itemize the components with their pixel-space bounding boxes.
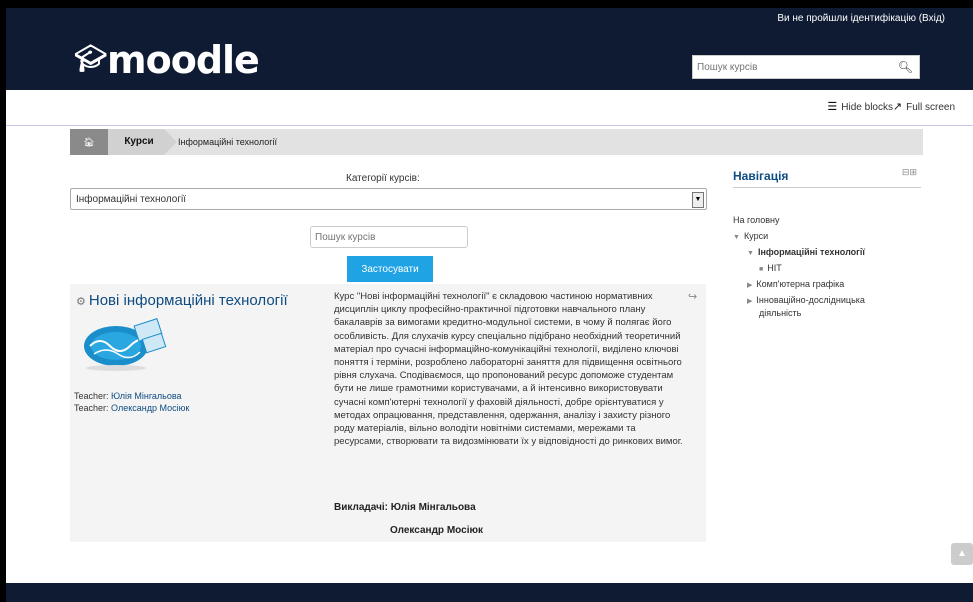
expanded-triangle-icon: ▼	[733, 234, 740, 241]
course-search-box	[310, 226, 468, 248]
collapsed-triangle-icon: ▶	[747, 298, 753, 305]
site-footer	[6, 583, 973, 602]
course-title-link[interactable]: ⚙ Нові інформаційні технології	[76, 292, 288, 309]
logo-text: moodle	[107, 38, 260, 82]
collapsed-triangle-icon: ▶	[747, 282, 753, 289]
chevron-down-icon: ▼	[692, 192, 704, 208]
navigation-divider	[733, 187, 921, 188]
teacher-line-2: Teacher: Олександр Мосіюк	[74, 403, 189, 413]
navigation-block: Навігація ⊟⊞ На головну ▼ Курси ▼ Інформац…	[729, 163, 925, 333]
nav-item-courses[interactable]: ▼ Курси	[733, 231, 768, 241]
page-toolbar: ☰ Hide blocks ↗ Full screen	[6, 90, 973, 126]
categories-label: Категорії курсів:	[346, 173, 420, 184]
search-icon[interactable]: 🔍︎	[898, 60, 913, 74]
hide-blocks-icon: ☰	[827, 101, 838, 113]
nav-item-innovation-label: Інноваційно-дослідницька	[756, 295, 865, 305]
course-listing: ⚙ Нові інформаційні технології Teacher: Ю…	[70, 284, 706, 542]
course-image-brain	[84, 318, 167, 371]
nav-item-category[interactable]: ▼ Інформаційні технології	[747, 247, 865, 257]
breadcrumb: 🏠︎ Курси Інформаційні технології	[70, 129, 923, 155]
header-search-box: 🔍︎	[692, 55, 920, 79]
nav-item-category-label: Інформаційні технології	[757, 247, 865, 257]
nav-item-innovation[interactable]: ▶ Інноваційно-дослідницька	[747, 295, 865, 305]
apply-button[interactable]: Застосувати	[347, 256, 433, 282]
full-screen-label: Full screen	[906, 102, 955, 113]
breadcrumb-home[interactable]: 🏠︎	[70, 129, 121, 155]
expand-icon: ↗	[892, 101, 903, 113]
nav-item-courses-label: Курси	[743, 231, 769, 241]
nav-item-home[interactable]: На головну	[733, 215, 780, 225]
nav-item-innovation-cont[interactable]: діяльність	[759, 308, 801, 318]
course-search-input[interactable]	[311, 227, 459, 248]
teacher-link[interactable]: Юлія Мінгальова	[111, 391, 182, 401]
course-teacher-2: Олександр Мосіюк	[390, 525, 484, 536]
course-title-text: Нові інформаційні технології	[88, 292, 288, 309]
nav-item-nit-label: НІТ	[767, 263, 782, 273]
home-icon: 🏠︎	[83, 137, 95, 147]
browser-page: Ви не пройшли ідентифікацію (Вхід) 🎓︎moo…	[6, 8, 973, 602]
site-header: Ви не пройшли ідентифікацію (Вхід) 🎓︎moo…	[6, 8, 973, 90]
logo-hat-icon: 🎓︎	[74, 44, 107, 74]
nav-item-nit[interactable]: ■ НІТ	[759, 263, 782, 273]
bullet-icon: ■	[759, 266, 764, 273]
full-screen-button[interactable]: ↗ Full screen	[893, 100, 955, 113]
category-select[interactable]: Інформаційні технології ▼	[70, 188, 707, 210]
course-gear-icon: ⚙	[76, 296, 86, 308]
hide-blocks-button[interactable]: ☰ Hide blocks	[827, 100, 893, 113]
hide-blocks-label: Hide blocks	[841, 102, 893, 113]
nav-item-graphics[interactable]: ▶ Комп'ютерна графіка	[747, 279, 844, 289]
category-select-value: Інформаційні технології	[76, 194, 186, 205]
teacher-role: Teacher:	[74, 391, 109, 401]
moodle-logo[interactable]: 🎓︎moodle	[74, 38, 260, 82]
nav-item-graphics-label: Комп'ютерна графіка	[756, 279, 845, 289]
chevron-up-icon: ▲	[957, 548, 967, 559]
teacher-role: Teacher:	[74, 403, 109, 413]
teacher-line-1: Teacher: Юлія Мінгальова	[74, 391, 182, 401]
scroll-to-top-button[interactable]: ▲	[951, 543, 973, 565]
header-search-input[interactable]	[693, 56, 901, 78]
breadcrumb-current: Інформаційні технології	[178, 137, 277, 147]
course-teachers-summary: Викладачі: Юлія Мінгальова	[334, 502, 476, 513]
teacher-link[interactable]: Олександр Мосіюк	[111, 403, 189, 413]
expanded-triangle-icon: ▼	[747, 250, 754, 257]
block-controls-icon[interactable]: ⊟⊞	[902, 167, 917, 178]
enrol-icon[interactable]: ↪	[688, 290, 697, 303]
breadcrumb-courses[interactable]: Курси	[108, 129, 177, 155]
login-link[interactable]: Ви не пройшли ідентифікацію (Вхід)	[777, 13, 945, 24]
navigation-title: Навігація	[733, 169, 789, 183]
course-summary: Курс "Нові інформаційні технології" є ск…	[334, 291, 683, 448]
